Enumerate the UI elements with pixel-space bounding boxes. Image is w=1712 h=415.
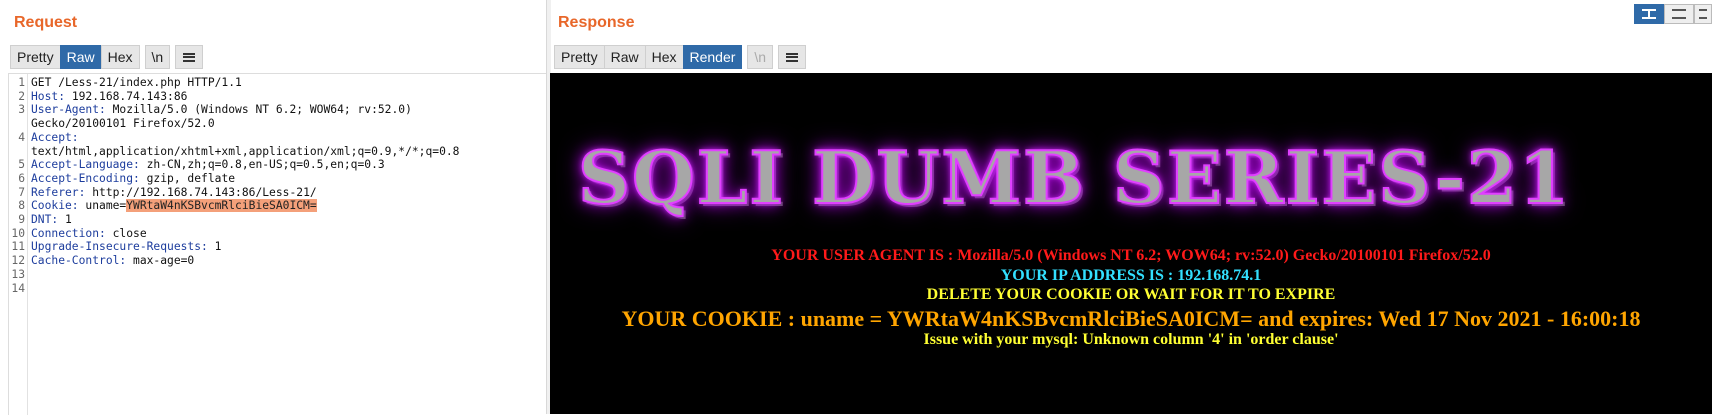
response-menu-button[interactable] (778, 45, 807, 69)
line-number: 5 (18, 158, 25, 172)
request-line: Gecko/20100101 Firefox/52.0 (31, 117, 215, 130)
header-value: 1 (58, 213, 72, 226)
header-value: 1 (207, 240, 222, 254)
layout-controls (1634, 4, 1712, 24)
response-text-line: YOUR IP ADDRESS IS : 192.168.74.1 (1000, 267, 1262, 284)
tab-hex[interactable]: Hex (100, 45, 140, 69)
header-value: 192.168.74.143:86 (65, 89, 188, 103)
request-line: Accept-Encoding: gzip, deflate (31, 172, 235, 185)
header-name: DNT: (31, 213, 59, 226)
line-number: 4 (18, 130, 25, 144)
header-name: Accept-Encoding: (31, 171, 140, 185)
rendered-response: SQLI DUMB SERIES-21 YOUR USER AGENT IS :… (550, 73, 1712, 414)
response-text-line: DELETE YOUR COOKIE OR WAIT FOR IT TO EXP… (926, 286, 1336, 303)
header-name: Cookie: (31, 199, 79, 213)
header-name: Connection: (31, 226, 106, 240)
line-number: 2 (18, 89, 25, 103)
tab-render[interactable]: Render (682, 45, 743, 69)
layout-single-icon[interactable] (1694, 4, 1712, 24)
request-line: Referer: http://192.168.74.143:86/Less-2… (31, 186, 317, 199)
header-value: close (105, 226, 147, 240)
response-text-line: YOUR COOKIE : uname = YWRtaW4nKSBvcmRlci… (621, 306, 1641, 331)
line-number: 7 (18, 185, 25, 199)
tab-newline-toggle[interactable]: \n (144, 45, 171, 69)
request-tabbar: Pretty Raw Hex \n (10, 45, 204, 69)
response-tabbar: Pretty Raw Hex Render \n (554, 45, 807, 69)
header-value: uname= (78, 199, 127, 213)
line-number: 12 (11, 254, 25, 268)
request-line: Upgrade-Insecure-Requests: 1 (31, 240, 221, 253)
header-value: Gecko/20100101 Firefox/52.0 (31, 117, 215, 131)
request-editor[interactable]: 1 GET /Less-21/index.php HTTP/1.1 2 Host: 1… (8, 73, 547, 415)
header-value: Mozilla/5.0 (Windows NT 6.2; WOW64; rv:5… (105, 103, 412, 117)
header-value: GET /Less-21/index.php HTTP/1.1 (31, 76, 242, 89)
request-line: GET /Less-21/index.php HTTP/1.1 (31, 76, 242, 89)
tab-raw[interactable]: Raw (59, 45, 102, 69)
layout-rows-icon[interactable] (1664, 4, 1694, 24)
line-number: 14 (11, 281, 25, 295)
header-name: Host: (31, 89, 66, 103)
request-line: Cache-Control: max-age=0 (31, 254, 194, 267)
menu-icon (183, 52, 196, 62)
line-number: 1 (18, 76, 25, 89)
line-number: 3 (18, 103, 25, 117)
response-text-line: YOUR USER AGENT IS : Mozilla/5.0 (Window… (771, 247, 1491, 264)
sqli-banner: SQLI DUMB SERIES-21 (577, 134, 1571, 221)
header-name: Cache-Control: (31, 254, 127, 268)
header-value: text/html,application/xhtml+xml,applicat… (31, 144, 460, 158)
header-value: max-age=0 (126, 254, 195, 268)
line-number: 11 (11, 240, 25, 254)
tab-pretty[interactable]: Pretty (554, 45, 605, 69)
header-name: Upgrade-Insecure-Requests: (31, 240, 208, 254)
header-value: http://192.168.74.143:86/Less-21/ (85, 185, 317, 199)
header-name: Accept-Language: (31, 158, 140, 172)
request-title: Request (14, 14, 78, 31)
layout-split-icon[interactable] (1634, 4, 1664, 24)
request-line: Accept-Language: zh-CN,zh;q=0.8,en-US;q=… (31, 158, 385, 171)
cookie-payload-highlight[interactable]: YWRtaW4nKSBvcmRlciBieSA0ICM= (126, 199, 317, 213)
request-line: text/html,application/xhtml+xml,applicat… (31, 145, 459, 158)
line-number: 10 (11, 226, 25, 240)
tab-pretty[interactable]: Pretty (10, 45, 61, 69)
header-value: gzip, deflate (139, 171, 236, 185)
header-value: zh-CN,zh;q=0.8,en-US;q=0.5,en;q=0.3 (139, 158, 385, 172)
request-line: User-Agent: Mozilla/5.0 (Windows NT 6.2;… (31, 103, 412, 116)
response-text-line: Issue with your mysql: Unknown column '4… (923, 331, 1339, 348)
header-name: Accept: (31, 130, 79, 144)
line-number: 6 (18, 171, 25, 185)
menu-icon (786, 52, 799, 62)
request-menu-button[interactable] (175, 45, 204, 69)
line-number: 8 (18, 199, 25, 213)
header-name: User-Agent: (31, 103, 106, 117)
request-line: Accept: (31, 131, 79, 144)
line-number: 9 (18, 213, 25, 226)
request-line: Host: 192.168.74.143:86 (31, 90, 187, 103)
request-line: Connection: close (31, 227, 147, 240)
header-name: Referer: (31, 185, 86, 199)
tab-newline-toggle: \n (747, 45, 774, 69)
request-line: DNT: 1 (31, 213, 72, 226)
tab-raw[interactable]: Raw (603, 45, 646, 69)
request-line: Cookie: uname=YWRtaW4nKSBvcmRlciBieSA0IC… (31, 199, 317, 213)
line-number: 13 (11, 267, 25, 281)
tab-hex[interactable]: Hex (644, 45, 684, 69)
response-title: Response (558, 14, 635, 31)
